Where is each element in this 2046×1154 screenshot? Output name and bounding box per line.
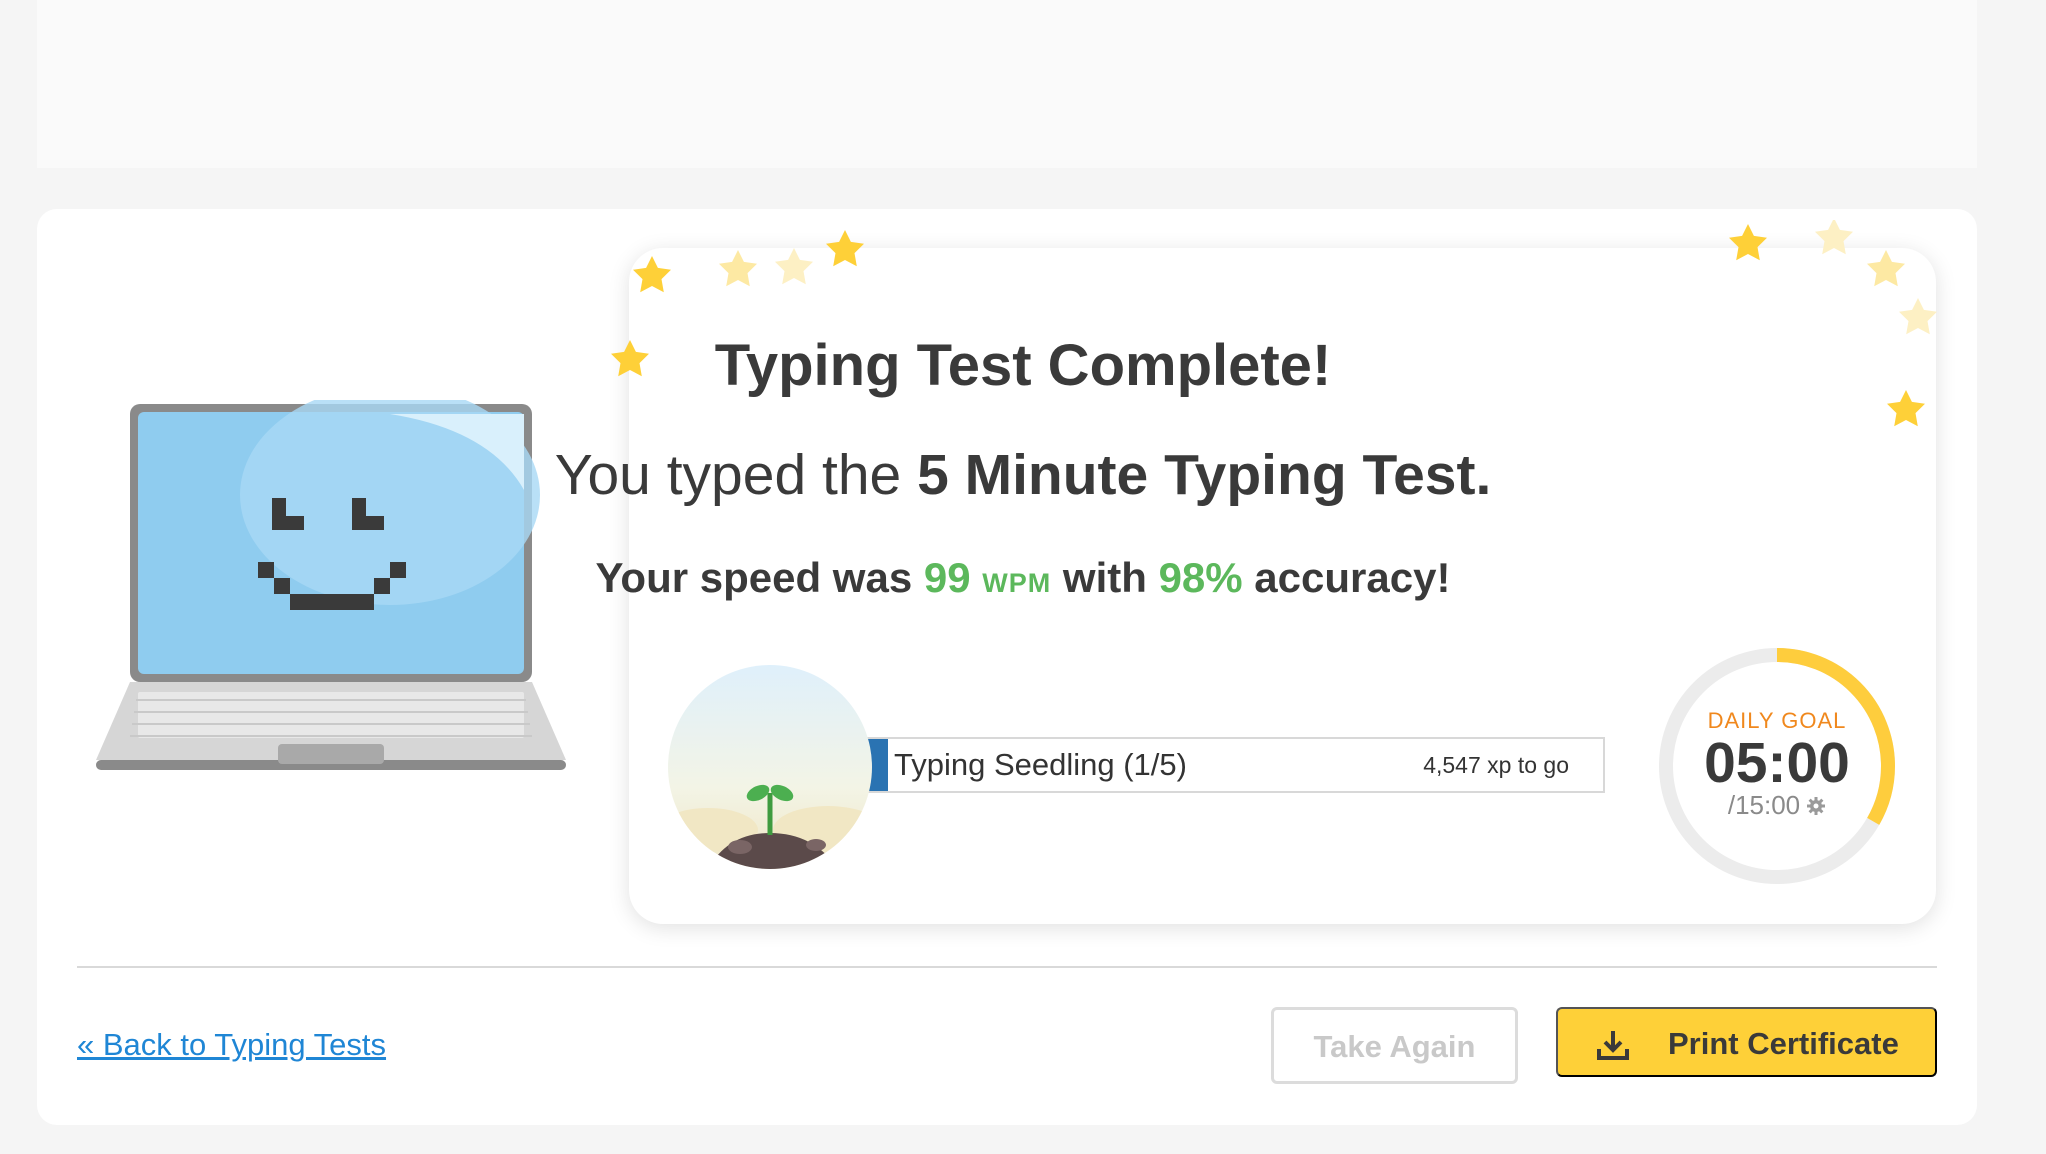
- accuracy-value: 98%: [1158, 554, 1243, 601]
- speed-summary: Your speed was 99 WPM with 98% accuracy!: [0, 554, 2046, 602]
- test-summary: You typed the 5 Minute Typing Test.: [0, 442, 2046, 508]
- divider: [77, 966, 1937, 968]
- speed-suffix: accuracy!: [1242, 554, 1451, 601]
- summary-prefix: You typed the: [554, 443, 918, 507]
- test-name: 5 Minute Typing Test.: [917, 443, 1492, 507]
- top-panel: [37, 0, 1977, 168]
- print-certificate-button[interactable]: Print Certificate: [1556, 1007, 1937, 1077]
- speed-middle: with: [1051, 554, 1159, 601]
- rank-label: Typing Seedling (1/5): [894, 747, 1187, 782]
- rank-progress-bar: Typing Seedling (1/5) 4,547 xp to go: [864, 737, 1605, 793]
- rank-xp-to-go: 4,547 xp to go: [1423, 752, 1569, 778]
- daily-goal-time: 05:00: [1704, 731, 1850, 795]
- daily-goal-total-value: /15:00: [1727, 790, 1801, 820]
- wpm-value: 99: [923, 554, 971, 601]
- back-to-typing-tests-link[interactable]: « Back to Typing Tests: [77, 1027, 386, 1063]
- take-again-button[interactable]: Take Again: [1271, 1007, 1518, 1084]
- gear-icon[interactable]: [1806, 796, 1826, 816]
- daily-goal-total[interactable]: /15:00: [1655, 790, 1899, 821]
- seedling-badge-icon: [668, 665, 872, 869]
- download-icon: [1597, 1031, 1629, 1060]
- page-title: Typing Test Complete!: [714, 333, 1332, 398]
- print-certificate-label: Print Certificate: [1668, 1026, 1899, 1061]
- speed-prefix: Your speed was: [595, 554, 924, 601]
- wpm-unit: WPM: [982, 568, 1052, 598]
